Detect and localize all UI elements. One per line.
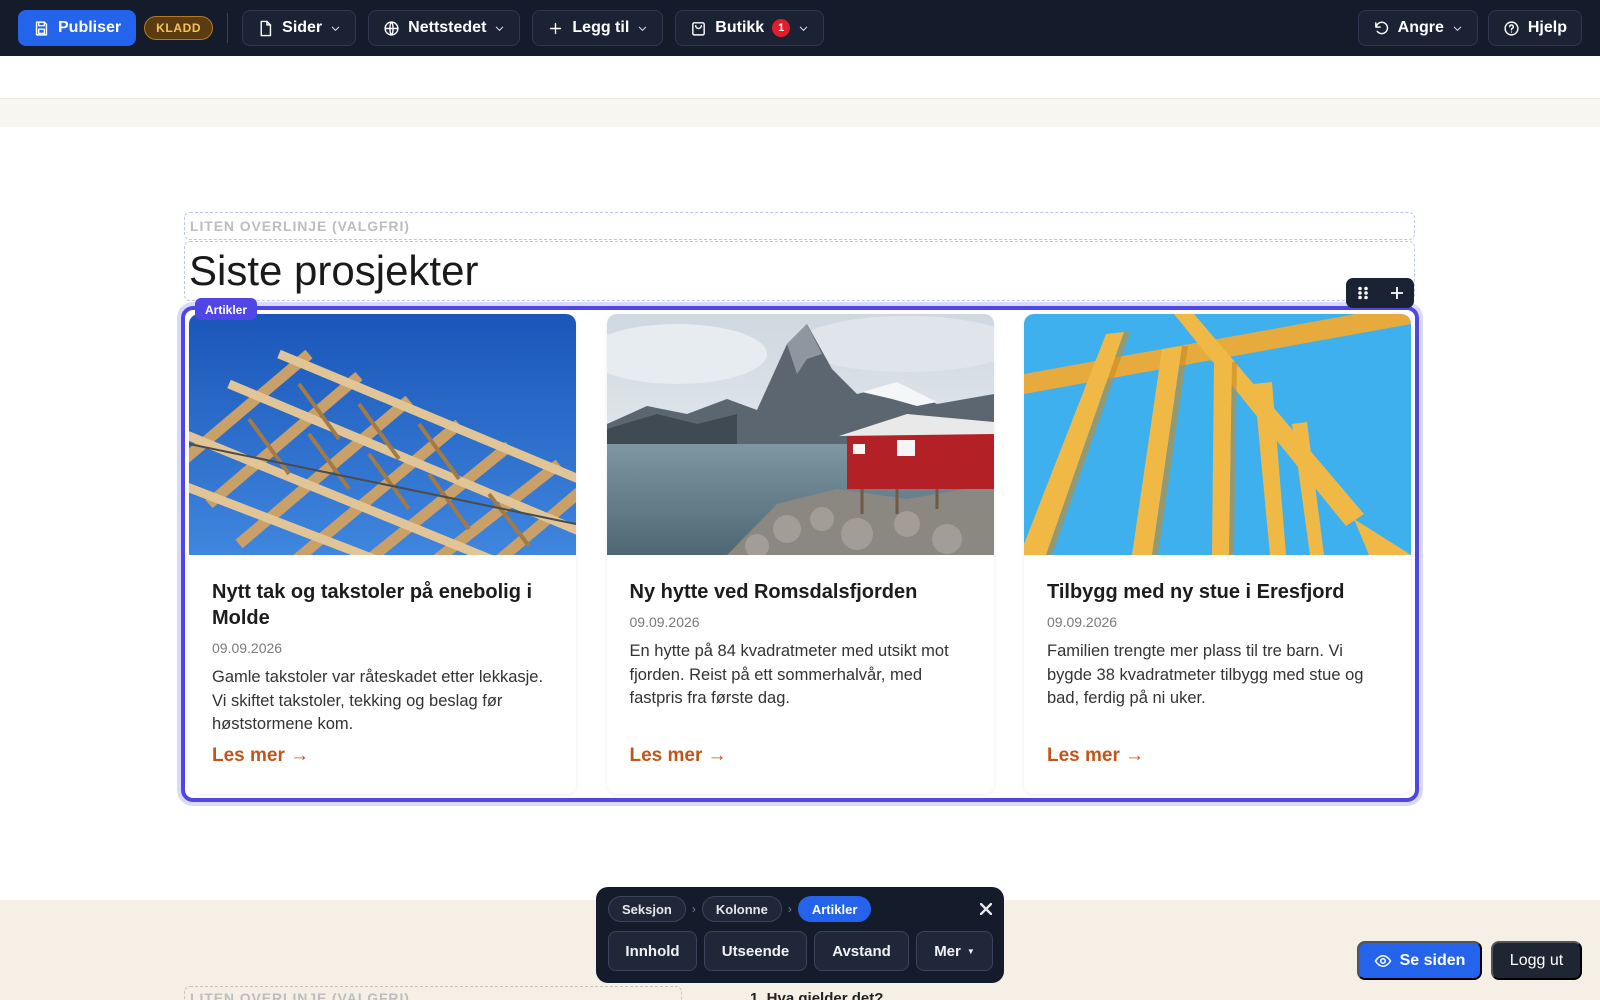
caret-down-icon: ▼ [966,946,975,956]
next-eyebrow-placeholder: LITEN OVERLINJE (VALGFRI) [190,990,410,1000]
tab-spacing[interactable]: Avstand [814,931,909,971]
undo-menu-button[interactable]: Angre [1357,10,1478,46]
section-title: Siste prosjekter [189,247,479,294]
article-image-roof-trusses [189,314,576,555]
block-editor-panel: Seksjon › Kolonne › Artikler Innhold Uts… [596,887,1004,983]
editor-toolbar: Publiser KLADD Sider Nettstedet Legg til… [0,0,1600,56]
breadcrumb-column[interactable]: Kolonne [701,896,782,922]
site-menu-button[interactable]: Nettstedet [368,10,521,46]
article-date: 09.09.2026 [1047,614,1118,630]
tab-spacing-label: Avstand [832,942,891,960]
tab-appearance-label: Utseende [721,942,790,960]
article-date: 09.09.2026 [212,640,283,656]
close-icon [980,903,992,915]
article-image-timber-frame [1024,314,1411,555]
tab-content-label: Innhold [625,942,680,960]
tab-more-label: Mer [934,942,961,960]
save-icon [35,20,48,36]
undo-label: Angre [1397,19,1444,36]
publish-label: Publiser [58,19,122,36]
pages-menu-button[interactable]: Sider [242,10,357,46]
drag-handle-icon[interactable] [1356,286,1370,300]
plus-icon [550,22,562,34]
articles-grid[interactable]: Nytt tak og takstoler på enebolig i Mold… [189,314,1411,794]
breadcrumb-separator-icon: › [787,902,792,916]
eyebrow-field[interactable]: LITEN OVERLINJE (VALGFRI) [184,212,1415,240]
breadcrumb-section[interactable]: Seksjon [608,896,686,922]
toolbar-divider [227,13,229,43]
article-title: Tilbygg med ny stue i Eresfjord [1047,581,1345,603]
globe-icon [384,20,399,36]
chevron-down-icon [639,26,647,31]
publish-button[interactable]: Publiser [18,10,137,46]
page-icon [260,20,272,36]
add-label: Legg til [572,19,630,36]
chevron-down-icon [799,26,808,31]
read-more-link[interactable]: Les mer → [212,745,309,767]
breadcrumb-articles[interactable]: Artikler [797,896,872,922]
breadcrumb: Seksjon › Kolonne › Artikler [608,896,872,922]
site-label: Nettstedet [408,19,487,36]
previous-section-band [0,98,1600,127]
section-title-field[interactable]: Siste prosjekter [184,241,1415,301]
faq-question-peek: 1. Hva gjelder det? [750,990,884,1000]
article-excerpt: Gamle takstoler var råteskadet etter lek… [212,668,544,733]
shopping-bag-icon [692,21,706,36]
draft-badge: KLADD [144,16,214,40]
view-page-label: Se siden [1399,951,1466,969]
article-excerpt: Familien trengte mer plass til tre barn.… [1047,642,1364,707]
article-excerpt: En hytte på 84 kvadratmeter med utsikt m… [629,642,949,707]
chevron-down-icon [496,26,504,31]
block-tools [1346,278,1414,308]
tab-content[interactable]: Innhold [608,931,697,971]
close-panel-button[interactable] [976,899,996,919]
next-eyebrow-field[interactable]: LITEN OVERLINJE (VALGFRI) [184,986,682,1000]
article-title: Nytt tak og takstoler på enebolig i Mold… [212,581,533,629]
read-more-link[interactable]: Les mer → [630,745,727,767]
logout-button[interactable]: Logg ut [1491,941,1582,980]
article-image-fjord-cabin [606,314,994,555]
selected-block-tag[interactable]: Artikler [195,298,258,320]
tab-appearance[interactable]: Utseende [704,931,807,971]
breadcrumb-separator-icon: › [691,902,696,916]
eyebrow-placeholder: LITEN OVERLINJE (VALGFRI) [190,218,410,234]
view-page-button[interactable]: Se siden [1357,941,1482,980]
chevron-down-icon [1453,26,1462,31]
panel-tabs: Innhold Utseende Avstand Mer ▼ [608,931,993,971]
article-date: 09.09.2026 [629,614,700,630]
article-title: Ny hytte ved Romsdalsfjorden [629,581,918,603]
article-card[interactable]: Ny hytte ved Romsdalsfjorden 09.09.2026 … [606,314,994,794]
shop-label: Butikk [715,19,765,36]
article-card[interactable]: Tilbygg med ny stue i Eresfjord 09.09.20… [1024,314,1411,794]
help-icon [1504,20,1519,36]
read-more-link[interactable]: Les mer → [1047,745,1144,767]
help-button[interactable]: Hjelp [1487,10,1582,46]
article-card[interactable]: Nytt tak og takstoler på enebolig i Mold… [189,314,576,794]
toolbar-right-group: Angre Hjelp [1357,10,1582,46]
undo-icon [1374,21,1388,34]
tab-more[interactable]: Mer ▼ [916,931,993,971]
shop-menu-button[interactable]: Butikk 1 [675,10,825,46]
help-label: Hjelp [1527,19,1567,36]
chevron-down-icon [331,26,340,31]
add-menu-button[interactable]: Legg til [532,10,664,46]
shop-count-badge: 1 [772,19,791,37]
add-block-icon[interactable] [1390,286,1404,300]
eye-icon [1374,954,1391,967]
pages-label: Sider [282,19,323,36]
